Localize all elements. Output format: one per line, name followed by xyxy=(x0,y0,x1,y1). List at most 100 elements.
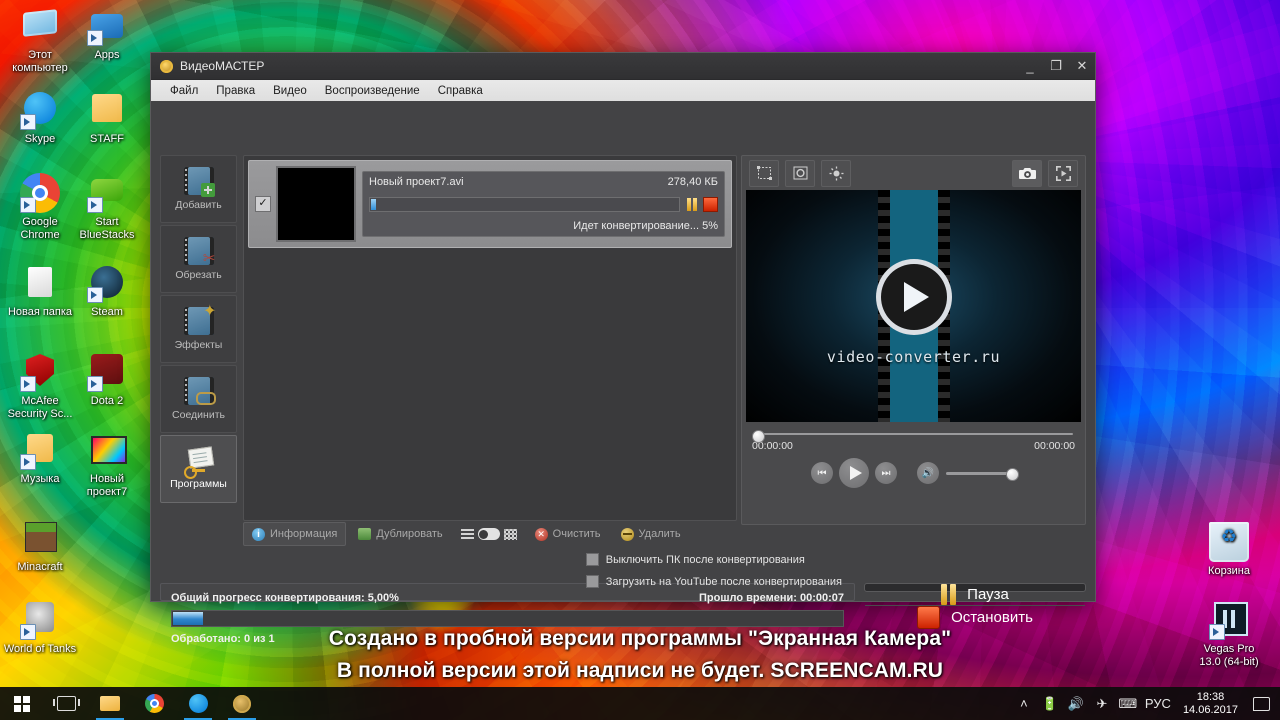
desktop-icon-this-pc[interactable]: Этот компьютер xyxy=(3,6,77,74)
videomaster-button[interactable] xyxy=(220,687,264,720)
menu-edit[interactable]: Правка xyxy=(207,80,264,102)
menu-video[interactable]: Видео xyxy=(264,80,316,102)
file-explorer-button[interactable] xyxy=(88,687,132,720)
desktop-icon-staff[interactable]: STAFF xyxy=(70,90,144,146)
file-stop-button[interactable] xyxy=(703,196,718,212)
title-bar[interactable]: ВидеоМАСТЕР _ ❐ ✕ xyxy=(151,53,1095,80)
fullscreen-icon[interactable] xyxy=(1048,159,1078,187)
view-toggle[interactable] xyxy=(460,528,517,540)
file-pause-button[interactable] xyxy=(685,197,698,211)
info-icon: i xyxy=(252,527,265,541)
rail-button-add[interactable]: Добавить xyxy=(160,155,237,223)
grid-view-icon[interactable] xyxy=(503,528,517,540)
overall-progress-bar xyxy=(171,610,844,627)
duplicate-label: Дублировать xyxy=(376,528,443,540)
desktop-icon-recycle-bin[interactable]: Корзина xyxy=(1192,522,1266,578)
desktop-icon-world-of-tanks[interactable]: World of Tanks xyxy=(3,600,77,656)
player-controls[interactable]: 00:00:00 00:00:00 ⏮ ⏭ 🔊 xyxy=(742,422,1085,488)
rail-button-join[interactable]: Соединить xyxy=(160,365,237,433)
clock[interactable]: 18:38 14.06.2017 xyxy=(1175,691,1246,717)
chrome-button[interactable] xyxy=(132,687,176,720)
upload-youtube-checkbox[interactable] xyxy=(585,575,599,588)
file-checkbox[interactable]: ✓ xyxy=(255,196,271,212)
previous-button[interactable]: ⏮ xyxy=(811,462,833,484)
task-view-button[interactable] xyxy=(44,687,88,720)
maximize-button[interactable]: ❐ xyxy=(1043,53,1069,79)
play-overlay-icon[interactable] xyxy=(875,258,952,335)
video-file-icon xyxy=(87,430,127,470)
info-button[interactable]: i Информация xyxy=(243,522,347,546)
desktop-icon-dota2[interactable]: Dota 2 xyxy=(70,352,144,408)
taskbar[interactable]: ˄ 🔋 🔊 ✈ ⌨ РУС 18:38 14.06.2017 xyxy=(0,687,1280,720)
file-list-panel[interactable]: ✓ Новый проект7.avi 278,40 КБ Идет конве… xyxy=(243,155,737,521)
rail-label: Соединить xyxy=(172,409,225,421)
language-indicator[interactable]: РУС xyxy=(1141,687,1175,720)
menu-bar[interactable]: Файл Правка Видео Воспроизведение Справк… xyxy=(151,80,1095,103)
duplicate-button[interactable]: Дублировать xyxy=(350,523,450,545)
delete-button[interactable]: Удалить xyxy=(613,523,689,545)
desktop-icon-label: Этот компьютер xyxy=(12,49,68,74)
close-button[interactable]: ✕ xyxy=(1069,53,1095,79)
notification-center-button[interactable] xyxy=(1246,687,1276,720)
volume-icon[interactable]: 🔊 xyxy=(917,462,939,484)
tray-expand-chevron-icon[interactable]: ˄ xyxy=(1011,687,1037,720)
volume-knob[interactable] xyxy=(1006,467,1019,481)
rail-button-programs[interactable]: Программы xyxy=(160,435,237,503)
volume-slider[interactable] xyxy=(946,467,1019,481)
minimize-button[interactable]: _ xyxy=(1017,53,1043,79)
preview-panel[interactable]: video-converter.ru 00:00:00 00:00:00 ⏮ ⏭… xyxy=(741,155,1086,525)
snapshot-icon[interactable] xyxy=(1012,159,1042,187)
battery-icon[interactable]: 🔋 xyxy=(1037,687,1063,720)
desktop-icon-chrome[interactable]: Google Chrome xyxy=(3,173,77,241)
video-preview[interactable]: video-converter.ru xyxy=(746,190,1081,422)
menu-playback[interactable]: Воспроизведение xyxy=(316,80,429,102)
mcafee-icon xyxy=(20,352,60,392)
desktop-icon-new-folder[interactable]: Новая папка xyxy=(3,263,77,319)
desktop-icon-steam[interactable]: Steam xyxy=(70,263,144,319)
system-tray[interactable]: ˄ 🔋 🔊 ✈ ⌨ РУС 18:38 14.06.2017 xyxy=(1011,687,1280,720)
shutdown-after-checkbox-row[interactable]: Выключить ПК после конвертирования xyxy=(585,553,842,566)
task-view-icon xyxy=(52,696,80,711)
desktop-icon-apps[interactable]: Apps xyxy=(70,6,144,62)
shutdown-after-checkbox[interactable] xyxy=(585,553,599,566)
seek-knob[interactable] xyxy=(752,430,765,443)
keyboard-icon[interactable]: ⌨ xyxy=(1115,687,1141,720)
start-button[interactable] xyxy=(0,687,44,720)
rail-label: Добавить xyxy=(175,199,222,211)
skype-button[interactable] xyxy=(176,687,220,720)
upload-youtube-checkbox-row[interactable]: Загрузить на YouTube после конвертирован… xyxy=(585,575,842,588)
brightness-icon[interactable] xyxy=(821,159,851,187)
clear-button[interactable]: ✕ Очистить xyxy=(527,523,609,545)
desktop-icon-label: Skype xyxy=(24,133,56,145)
desktop-icon-bluestacks[interactable]: Start BlueStacks xyxy=(70,173,144,241)
preview-toolbar[interactable] xyxy=(742,156,1085,190)
play-button[interactable] xyxy=(839,458,869,488)
rail-button-trim[interactable]: ✂ Обрезать xyxy=(160,225,237,293)
desktop-icon-minecraft[interactable]: Minacraft xyxy=(3,518,77,574)
folder-icon xyxy=(20,263,60,303)
videomaster-window[interactable]: ВидеоМАСТЕР _ ❐ ✕ Файл Правка Видео Восп… xyxy=(150,52,1096,645)
pause-button[interactable]: Пауза xyxy=(865,584,1085,605)
rail-label: Программы xyxy=(170,478,227,490)
stop-button[interactable]: Остановить xyxy=(865,605,1085,629)
list-view-icon[interactable] xyxy=(460,528,474,540)
file-list-toolbar[interactable]: i Информация Дублировать ✕ Очистить Удал… xyxy=(243,522,737,546)
watermark-icon[interactable] xyxy=(785,159,815,187)
desktop-icon-new-project7[interactable]: Новый проект7 xyxy=(70,430,144,498)
menu-file[interactable]: Файл xyxy=(161,80,207,102)
menu-help[interactable]: Справка xyxy=(429,80,492,102)
next-button[interactable]: ⏭ xyxy=(875,462,897,484)
desktop-icon-label: Steam xyxy=(91,306,123,318)
window-title: ВидеоМАСТЕР xyxy=(180,59,265,73)
volume-icon[interactable]: 🔊 xyxy=(1063,687,1089,720)
crop-icon[interactable] xyxy=(749,159,779,187)
desktop-icon-skype[interactable]: Skype xyxy=(3,90,77,146)
rail-button-effects[interactable]: ✦ Эффекты xyxy=(160,295,237,363)
seek-slider[interactable] xyxy=(752,430,1075,443)
airplane-mode-icon[interactable]: ✈ xyxy=(1089,687,1115,720)
file-list-item[interactable]: ✓ Новый проект7.avi 278,40 КБ Идет конве… xyxy=(248,160,732,248)
desktop-icon-music[interactable]: Музыка xyxy=(3,430,77,486)
view-switch[interactable] xyxy=(477,528,500,540)
desktop-icon-mcafee[interactable]: McAfee Security Sc... xyxy=(3,352,77,420)
desktop-icon-vegas-pro[interactable]: Vegas Pro 13.0 (64-bit) xyxy=(1192,600,1266,668)
